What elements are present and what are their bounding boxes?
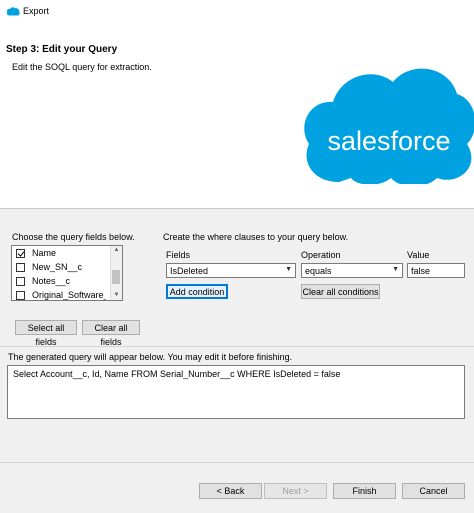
fields-label: Choose the query fields below. (12, 232, 135, 242)
checkbox-original-software[interactable] (16, 291, 25, 300)
cancel-button[interactable]: Cancel (402, 483, 465, 499)
list-item-label: Name (32, 248, 57, 258)
operation-select[interactable]: equals ▼ (301, 263, 403, 278)
add-condition-button[interactable]: Add condition (166, 284, 228, 299)
list-item[interactable]: Notes__c (16, 276, 106, 289)
fields-scrollbar[interactable]: ▲ ▼ (110, 246, 122, 300)
list-item[interactable]: Name (16, 248, 106, 261)
chevron-down-icon[interactable]: ▼ (285, 266, 292, 273)
window-titlebar: Export (0, 0, 474, 24)
clear-all-fields-button[interactable]: Clear all fields (82, 320, 140, 347)
where-label: Create the where clauses to your query b… (163, 232, 349, 242)
list-item[interactable]: New_SN__c (16, 262, 106, 275)
fields-column-label: Fields (166, 250, 191, 260)
operation-column-label: Operation (301, 250, 341, 260)
fields-listbox[interactable]: Name New_SN__c Notes__c Original_Softwar… (11, 245, 123, 301)
field-select-value: IsDeleted (170, 266, 209, 276)
field-select[interactable]: IsDeleted ▼ (166, 263, 296, 278)
checkbox-new-sn[interactable] (16, 263, 25, 272)
list-item-label: Notes__c (32, 276, 71, 286)
clear-all-conditions-button[interactable]: Clear all conditions (301, 284, 380, 299)
chevron-down-icon[interactable]: ▼ (392, 266, 399, 273)
step-subtitle: Edit the SOQL query for extraction. (12, 62, 152, 72)
next-button[interactable]: Next > (264, 483, 327, 499)
scroll-thumb[interactable] (112, 270, 120, 284)
list-item[interactable]: Original_Software_Ve (16, 290, 106, 300)
scroll-up-icon[interactable]: ▲ (112, 246, 121, 255)
window-title: Export (23, 6, 50, 16)
query-text: Select Account__c, Id, Name FROM Serial_… (13, 369, 341, 379)
list-item-label: Original_Software_Ve (32, 290, 106, 300)
salesforce-logo: salesforce (304, 68, 474, 184)
section-divider (0, 346, 474, 347)
wizard-header: Step 3: Edit your Query Edit the SOQL qu… (0, 24, 474, 208)
operation-select-value: equals (305, 266, 332, 276)
query-textarea[interactable]: Select Account__c, Id, Name FROM Serial_… (7, 365, 465, 419)
finish-button[interactable]: Finish (333, 483, 396, 499)
value-input[interactable]: false (407, 263, 465, 278)
scroll-down-icon[interactable]: ▼ (112, 291, 121, 300)
footer-divider (0, 462, 474, 463)
wizard-body: Choose the query fields below. Name New_… (0, 209, 474, 513)
back-button[interactable]: < Back (199, 483, 262, 499)
list-item-label: New_SN__c (32, 262, 83, 272)
query-label: The generated query will appear below. Y… (8, 352, 293, 362)
checkbox-notes[interactable] (16, 277, 25, 286)
select-all-fields-button[interactable]: Select all fields (15, 320, 77, 347)
value-column-label: Value (407, 250, 430, 260)
salesforce-cloud-icon (6, 7, 20, 16)
value-input-text: false (411, 266, 431, 276)
salesforce-logo-text: salesforce (327, 126, 450, 156)
step-title: Step 3: Edit your Query (6, 44, 118, 55)
checkbox-name[interactable] (16, 249, 25, 258)
